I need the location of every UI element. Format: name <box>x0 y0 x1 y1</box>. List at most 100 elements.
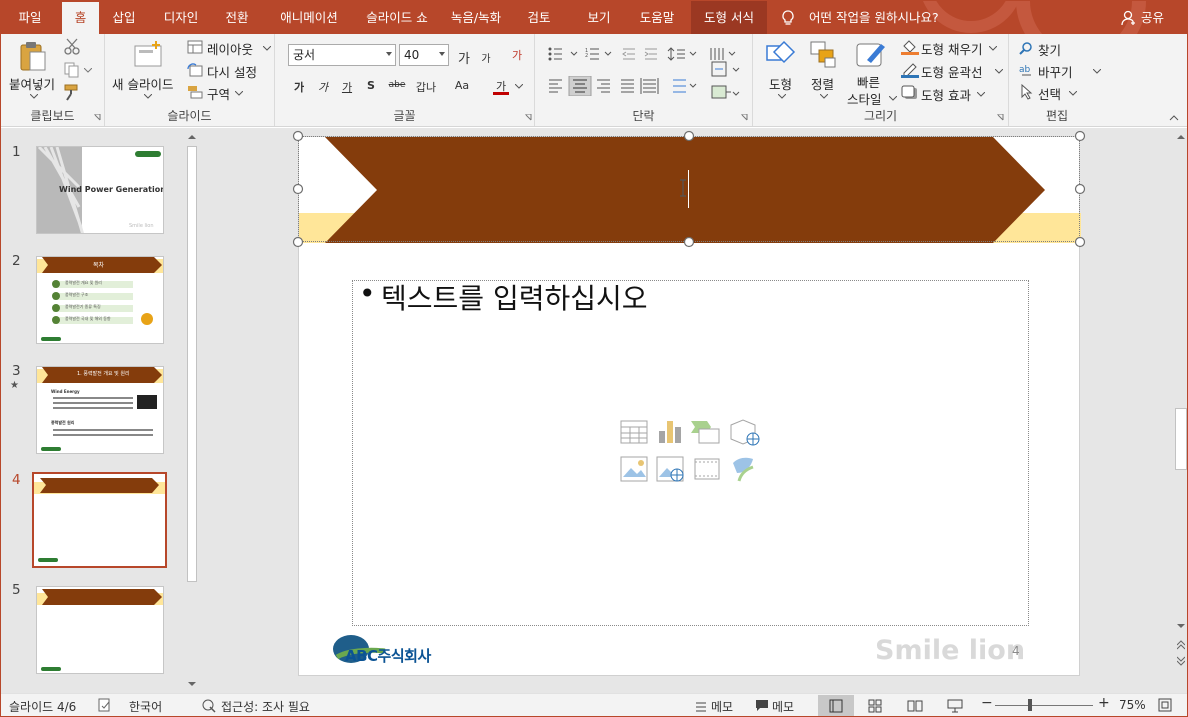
resize-handle[interactable] <box>292 236 304 248</box>
dialog-launcher-icon[interactable] <box>997 114 1005 122</box>
section-button[interactable]: 구역 <box>187 82 273 102</box>
next-slide-icon[interactable] <box>1177 656 1185 666</box>
chevron-down-icon[interactable] <box>84 68 92 73</box>
reset-button[interactable]: 다시 설정 <box>187 60 273 80</box>
replace-button[interactable]: ab 바꾸기 <box>1019 60 1105 80</box>
text-direction-icons[interactable] <box>711 58 745 108</box>
tab-view[interactable]: 보기 <box>577 1 621 34</box>
share-button[interactable]: 공유 <box>1117 1 1187 34</box>
tab-file[interactable]: 파일 <box>1 1 59 34</box>
notes-button[interactable]: 메모 <box>711 698 733 715</box>
zoom-out-button[interactable]: − <box>981 695 993 711</box>
resize-handle[interactable] <box>683 130 695 142</box>
slide-thumbnail-3[interactable]: 1. 풍력발전 개요 및 원리 Wind Energy 풍력발전 원리 <box>36 366 164 454</box>
grow-font-button[interactable]: 가 <box>455 48 473 67</box>
tab-review[interactable]: 검토 <box>517 1 561 34</box>
insert-online-picture-icon[interactable] <box>656 456 684 482</box>
tab-insert[interactable]: 삽입 <box>102 1 146 34</box>
content-placeholder[interactable]: • 텍스트를 입력하십시오 <box>352 277 1029 626</box>
arrange-button[interactable]: 정렬 <box>805 38 843 102</box>
accessibility-status[interactable]: 접근성: 조사 필요 <box>221 698 310 715</box>
tab-help[interactable]: 도움말 <box>629 1 685 34</box>
underline-button[interactable]: 가 <box>339 79 355 95</box>
slide-sorter-icon[interactable] <box>868 699 882 713</box>
spell-check-icon[interactable] <box>98 698 112 712</box>
tab-record[interactable]: 녹음/녹화 <box>441 1 511 34</box>
tab-design[interactable]: 디자인 <box>153 1 209 34</box>
resize-handle[interactable] <box>1074 183 1086 195</box>
zoom-level[interactable]: 75% <box>1119 698 1146 712</box>
font-color-button[interactable]: 가 <box>491 76 525 96</box>
tab-animations[interactable]: 애니메이션 <box>265 1 353 34</box>
zoom-slider-track[interactable] <box>995 705 1093 706</box>
shape-outline-button[interactable]: 도형 윤곽선 <box>901 60 1003 80</box>
font-name-select[interactable]: 궁서 <box>288 44 396 66</box>
bold-button[interactable]: 가 <box>291 79 307 95</box>
zoom-in-button[interactable]: + <box>1098 695 1110 711</box>
tab-transitions[interactable]: 전환 <box>215 1 259 34</box>
thumbnail-scrollbar[interactable] <box>185 130 199 692</box>
scroll-up-icon[interactable] <box>188 134 196 139</box>
dialog-launcher-icon[interactable] <box>94 114 102 122</box>
normal-view-button[interactable] <box>818 695 854 716</box>
scroll-down-icon[interactable] <box>188 682 196 687</box>
paragraph-top-row-icons[interactable]: 12 <box>547 46 737 62</box>
layout-button[interactable]: 레이아웃 <box>187 37 273 57</box>
dialog-launcher-icon[interactable] <box>741 114 749 122</box>
insert-picture-icon[interactable] <box>620 456 648 482</box>
slide-thumbnail-2[interactable]: 목차 풍력발전 개요 및 원리 풍력발전 구조 풍력발전기 종류 특징 풍력발전… <box>36 256 164 344</box>
language-indicator[interactable]: 한국어 <box>129 698 162 715</box>
scroll-down-icon[interactable] <box>1177 624 1185 629</box>
main-scrollbar[interactable] <box>1173 128 1187 693</box>
insert-3d-model-icon[interactable] <box>730 419 760 446</box>
shapes-button[interactable]: 도형 <box>761 38 803 102</box>
resize-handle[interactable] <box>292 130 304 142</box>
resize-handle[interactable] <box>292 183 304 195</box>
italic-button[interactable]: 가 <box>315 79 331 95</box>
insert-table-icon[interactable] <box>620 420 648 444</box>
slideshow-view-icon[interactable] <box>947 699 963 713</box>
comments-button[interactable]: 메모 <box>772 698 794 715</box>
insert-video-icon[interactable] <box>694 458 720 480</box>
paragraph-align-icons[interactable] <box>547 76 697 96</box>
select-button[interactable]: 선택 <box>1019 82 1099 102</box>
resize-handle[interactable] <box>683 236 695 248</box>
shape-fill-button[interactable]: 도형 채우기 <box>901 37 1001 57</box>
quick-styles-button[interactable]: 빠른 스타일 <box>845 38 897 107</box>
insert-smartart-icon[interactable] <box>691 421 720 444</box>
main-scroll-thumb[interactable] <box>1175 408 1187 470</box>
insert-icon-icon[interactable] <box>733 457 754 482</box>
find-button[interactable]: 찾기 <box>1019 38 1099 58</box>
shadow-button[interactable]: S <box>363 79 379 92</box>
tab-slideshow[interactable]: 슬라이드 쇼 <box>359 1 435 34</box>
previous-slide-icon[interactable] <box>1177 640 1185 650</box>
paste-button[interactable]: 붙여넣기 <box>7 38 59 100</box>
fit-to-window-icon[interactable] <box>1158 698 1172 712</box>
collapse-ribbon-icon[interactable] <box>1169 114 1179 121</box>
shape-effects-button[interactable]: 도형 효과 <box>901 83 1001 103</box>
tell-me-box[interactable]: 어떤 작업을 원하시나요? <box>775 1 975 34</box>
clear-format-button[interactable]: 가 <box>507 47 527 63</box>
insert-chart-icon[interactable] <box>659 421 681 443</box>
zoom-slider-thumb[interactable] <box>1028 699 1033 711</box>
tab-home[interactable]: 홈 <box>62 2 99 34</box>
scroll-up-icon[interactable] <box>1177 134 1185 139</box>
shrink-font-button[interactable]: 가 <box>477 50 495 65</box>
new-slide-button[interactable]: 새 슬라이드 <box>111 38 181 100</box>
resize-handle[interactable] <box>1074 236 1086 248</box>
thumbnail-scroll-thumb[interactable] <box>187 146 197 582</box>
resize-handle[interactable] <box>1074 130 1086 142</box>
cut-icon[interactable] <box>63 38 81 56</box>
copy-icon[interactable] <box>63 61 81 79</box>
format-painter-icon[interactable] <box>63 83 81 101</box>
font-size-select[interactable]: 40 <box>399 44 449 66</box>
change-case-button[interactable]: Aa <box>447 79 477 92</box>
char-spacing-button[interactable]: 갑나 <box>411 79 441 95</box>
slide-thumbnail-5[interactable] <box>36 586 164 674</box>
strikethrough-button[interactable]: abe <box>385 80 409 90</box>
dialog-launcher-icon[interactable] <box>525 114 533 122</box>
tab-shape-format[interactable]: 도형 서식 <box>691 1 767 34</box>
slide-thumbnail-4[interactable] <box>32 472 167 568</box>
reading-view-icon[interactable] <box>907 699 923 713</box>
slide-thumbnail-1[interactable]: Wind Power Generation Smile lion <box>36 146 164 234</box>
